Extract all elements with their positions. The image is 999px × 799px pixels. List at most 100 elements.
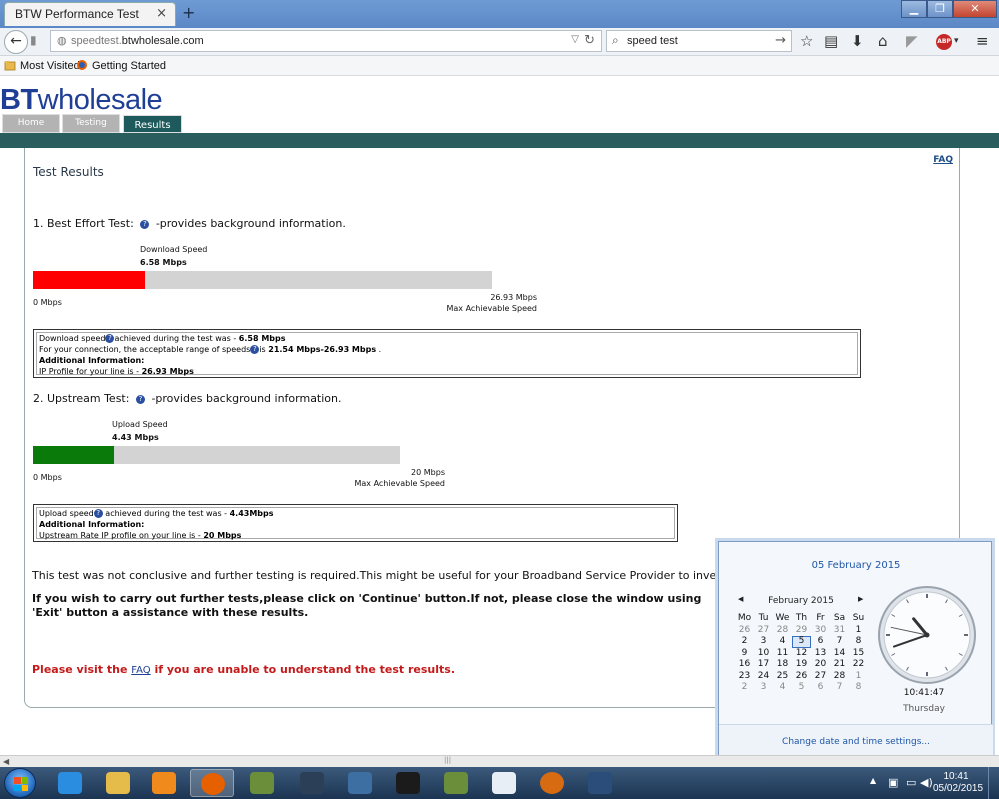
nav-tab-results[interactable]: Results bbox=[123, 115, 182, 133]
long-date-link[interactable]: 05 February 2015 bbox=[719, 560, 993, 571]
calendar-day[interactable]: 22 bbox=[849, 659, 868, 671]
calendar-day[interactable]: 11 bbox=[773, 648, 792, 660]
info-icon[interactable]: ? bbox=[93, 509, 103, 518]
taskbar-media-player[interactable] bbox=[142, 769, 186, 797]
close-window-button[interactable]: ✕ bbox=[953, 0, 997, 18]
nav-tab-testing[interactable]: Testing bbox=[62, 114, 120, 133]
taskbar-ie[interactable] bbox=[48, 769, 92, 797]
back-button[interactable]: ← bbox=[4, 30, 28, 54]
minimize-button[interactable]: ▁ bbox=[901, 0, 927, 18]
show-desktop-button[interactable] bbox=[988, 767, 999, 799]
calendar-day[interactable]: 15 bbox=[849, 648, 868, 660]
calendar-day[interactable]: 16 bbox=[735, 659, 754, 671]
adblock-icon[interactable]: ABP bbox=[936, 34, 952, 50]
calendar-day[interactable]: 12 bbox=[792, 648, 811, 660]
faq-link[interactable]: FAQ bbox=[933, 155, 953, 165]
browser-tab[interactable]: BTW Performance Test × bbox=[4, 2, 176, 26]
calendar-day[interactable]: 21 bbox=[830, 659, 849, 671]
calendar-day[interactable]: 30 bbox=[811, 625, 830, 637]
reader-icon[interactable]: ▮ bbox=[30, 33, 37, 47]
faq-note-link[interactable]: FAQ bbox=[131, 665, 150, 676]
history-dropdown-icon[interactable]: ▽ bbox=[571, 34, 579, 45]
calendar-day[interactable]: 2 bbox=[735, 682, 754, 694]
downloads-icon[interactable]: ⬇ bbox=[851, 32, 864, 50]
taskbar-game-emblem[interactable] bbox=[530, 769, 574, 797]
calendar-day[interactable]: 31 bbox=[830, 625, 849, 637]
taskbar-eve[interactable] bbox=[386, 769, 430, 797]
search-go-icon[interactable]: → bbox=[775, 33, 786, 48]
adblock-dropdown-icon[interactable]: ▾ bbox=[954, 36, 959, 46]
tab-close-icon[interactable]: × bbox=[156, 6, 167, 21]
calendar-day[interactable]: 2 bbox=[735, 636, 754, 648]
taskbar-window[interactable] bbox=[482, 769, 526, 797]
calendar-day[interactable]: 5 bbox=[792, 636, 811, 648]
taskbar-minecraft[interactable] bbox=[240, 769, 284, 797]
calendar-day[interactable]: 26 bbox=[792, 671, 811, 683]
calendar-day[interactable]: 13 bbox=[811, 648, 830, 660]
taskbar-star-app[interactable] bbox=[290, 769, 334, 797]
calendar-day[interactable]: 28 bbox=[830, 671, 849, 683]
calendar-day[interactable]: 29 bbox=[792, 625, 811, 637]
search-input[interactable]: speed test bbox=[627, 35, 678, 47]
calendar-day[interactable]: 8 bbox=[849, 682, 868, 694]
info-icon[interactable]: ? bbox=[250, 345, 260, 354]
calendar-day[interactable]: 27 bbox=[811, 671, 830, 683]
calendar-day[interactable]: 17 bbox=[754, 659, 773, 671]
taskbar-firefox[interactable] bbox=[190, 769, 234, 797]
calendar-day[interactable]: 20 bbox=[811, 659, 830, 671]
calendar-day[interactable]: 18 bbox=[773, 659, 792, 671]
calendar-day[interactable]: 6 bbox=[811, 636, 830, 648]
bt-wholesale-logo[interactable]: BTwholesale bbox=[0, 84, 163, 116]
calendar-day[interactable]: 8 bbox=[849, 636, 868, 648]
calendar-day[interactable]: 1 bbox=[849, 671, 868, 683]
taskbar-explorer[interactable] bbox=[96, 769, 140, 797]
calendar-day[interactable]: 19 bbox=[792, 659, 811, 671]
start-button[interactable] bbox=[4, 768, 36, 798]
taskbar-minecraft-2[interactable] bbox=[434, 769, 478, 797]
calendar-day[interactable]: 6 bbox=[811, 682, 830, 694]
calendar-day[interactable]: 5 bbox=[792, 682, 811, 694]
calendar-day[interactable]: 3 bbox=[754, 682, 773, 694]
taskbar-game-launcher[interactable] bbox=[338, 769, 382, 797]
calendar-day[interactable]: 1 bbox=[849, 625, 868, 637]
calendar-day[interactable]: 25 bbox=[773, 671, 792, 683]
calendar-day[interactable]: 23 bbox=[735, 671, 754, 683]
bookmarks-menu-icon[interactable]: ▤ bbox=[824, 32, 838, 50]
next-month-button[interactable]: ▶ bbox=[858, 595, 863, 603]
calendar-day[interactable]: 14 bbox=[830, 648, 849, 660]
calendar-day[interactable]: 7 bbox=[830, 636, 849, 648]
nav-tab-home[interactable]: Home bbox=[2, 114, 60, 133]
calendar-day[interactable]: 7 bbox=[830, 682, 849, 694]
home-icon[interactable]: ⌂ bbox=[878, 32, 888, 50]
info-icon[interactable]: ? bbox=[135, 395, 145, 404]
bookmark-star-icon[interactable]: ☆ bbox=[800, 32, 813, 50]
new-tab-button[interactable]: + bbox=[182, 3, 195, 22]
calendar-day[interactable]: 24 bbox=[754, 671, 773, 683]
info-icon[interactable]: ? bbox=[140, 220, 150, 229]
calendar-day[interactable]: 9 bbox=[735, 648, 754, 660]
tray-expand-icon[interactable]: ▲ bbox=[870, 776, 876, 785]
prev-month-button[interactable]: ◀ bbox=[738, 595, 743, 603]
calendar-day[interactable]: 3 bbox=[754, 636, 773, 648]
scroll-grip-icon[interactable]: ||| bbox=[444, 756, 451, 764]
bookmark-getting-started[interactable]: Getting Started bbox=[76, 59, 166, 72]
calendar-day[interactable]: 27 bbox=[754, 625, 773, 637]
menu-icon[interactable]: ≡ bbox=[976, 32, 989, 50]
bookmark-most-visited[interactable]: Most Visited bbox=[4, 59, 80, 72]
send-icon[interactable]: ◤ bbox=[906, 32, 918, 50]
restore-button[interactable]: ❐ bbox=[927, 0, 953, 18]
search-bar[interactable]: ⌕ speed test → bbox=[606, 30, 792, 52]
tray-monitor-icon[interactable]: ▭ bbox=[906, 776, 916, 789]
tray-volume-icon[interactable]: ◀) bbox=[920, 776, 933, 789]
calendar-day[interactable]: 28 bbox=[773, 625, 792, 637]
address-bar[interactable]: ◍ speedtest.btwholesale.com ▽ ↻ bbox=[50, 30, 602, 52]
calendar-day[interactable]: 4 bbox=[773, 682, 792, 694]
reload-icon[interactable]: ↻ bbox=[584, 33, 595, 48]
calendar-month-title[interactable]: February 2015 bbox=[765, 596, 837, 606]
calendar-day[interactable]: 4 bbox=[773, 636, 792, 648]
horizontal-scrollbar[interactable]: ◀ ||| bbox=[0, 755, 999, 767]
taskbar-list-app[interactable] bbox=[578, 769, 622, 797]
tray-network-icon[interactable]: ▣ bbox=[888, 776, 898, 789]
tray-clock[interactable]: 10:41 05/02/2015 bbox=[933, 771, 983, 795]
calendar-day[interactable]: 10 bbox=[754, 648, 773, 660]
